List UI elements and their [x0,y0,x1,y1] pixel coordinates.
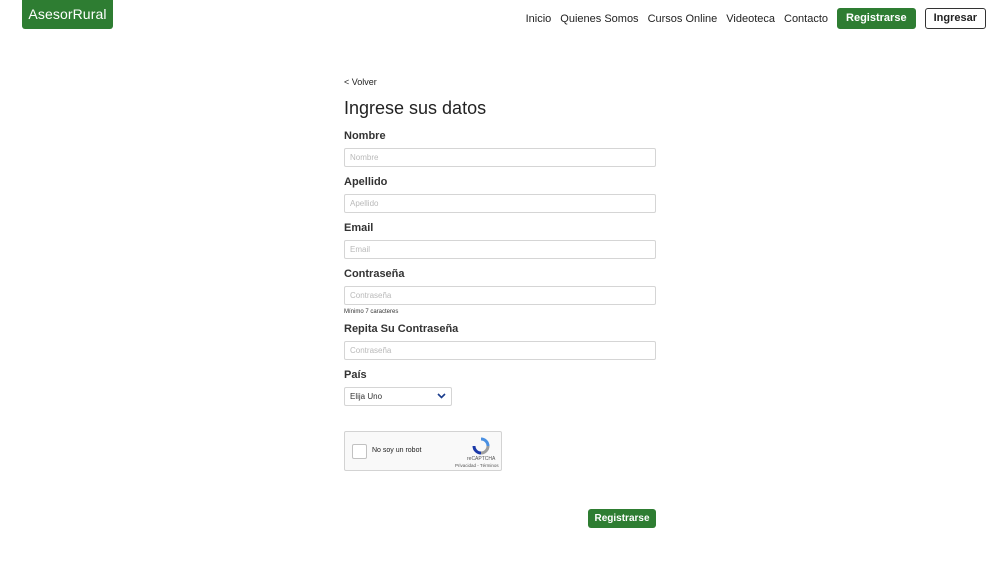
site-logo[interactable]: AsesorRural [22,0,113,29]
nombre-label: Nombre [344,130,386,142]
nav-contacto[interactable]: Contacto [784,13,828,25]
nav-cursos-online[interactable]: Cursos Online [648,13,718,25]
apellido-input[interactable] [344,194,656,213]
password-hint: Mínimo 7 caracteres [344,309,399,315]
field-password: Contraseña Mínimo 7 caracteres [344,268,656,315]
email-label: Email [344,222,374,234]
chevron-down-icon [437,392,446,401]
nav-inicio[interactable]: Inicio [526,13,552,25]
field-pais: País Elija Uno [344,369,656,406]
pais-selected-value: Elija Uno [350,392,383,401]
apellido-label: Apellido [344,176,388,188]
field-nombre: Nombre [344,130,656,167]
recaptcha-label: No soy un robot [372,447,422,454]
recaptcha-terms-link[interactable]: Privacidad - Términos [455,463,499,468]
pais-label: País [344,369,367,381]
email-input[interactable] [344,240,656,259]
repeat-password-label: Repita Su Contraseña [344,323,459,335]
field-email: Email [344,222,656,259]
nav-quienes-somos[interactable]: Quienes Somos [560,13,638,25]
repeat-password-input[interactable] [344,341,656,360]
main-nav: Inicio Quienes Somos Cursos Online Video… [517,8,986,29]
page-title: Ingrese sus datos [344,98,487,118]
back-link[interactable]: < Volver [344,76,656,88]
nav-videoteca[interactable]: Videoteca [726,13,775,25]
register-button[interactable]: Registrarse [837,8,916,29]
password-input[interactable] [344,286,656,305]
field-repeat-password: Repita Su Contraseña [344,323,656,360]
submit-register-button[interactable]: Registrarse [588,509,656,528]
pais-select[interactable]: Elija Uno [344,387,452,406]
recaptcha-checkbox[interactable] [352,444,367,459]
recaptcha-widget: No soy un robot reCAPTCHA Privacidad - T… [344,431,502,471]
registration-form: < Volver Ingrese sus datos Nombre Apelli… [344,76,656,406]
nombre-input[interactable] [344,148,656,167]
login-button[interactable]: Ingresar [924,8,986,29]
recaptcha-brand: reCAPTCHA [467,456,496,462]
password-label: Contraseña [344,268,405,280]
field-apellido: Apellido [344,176,656,213]
